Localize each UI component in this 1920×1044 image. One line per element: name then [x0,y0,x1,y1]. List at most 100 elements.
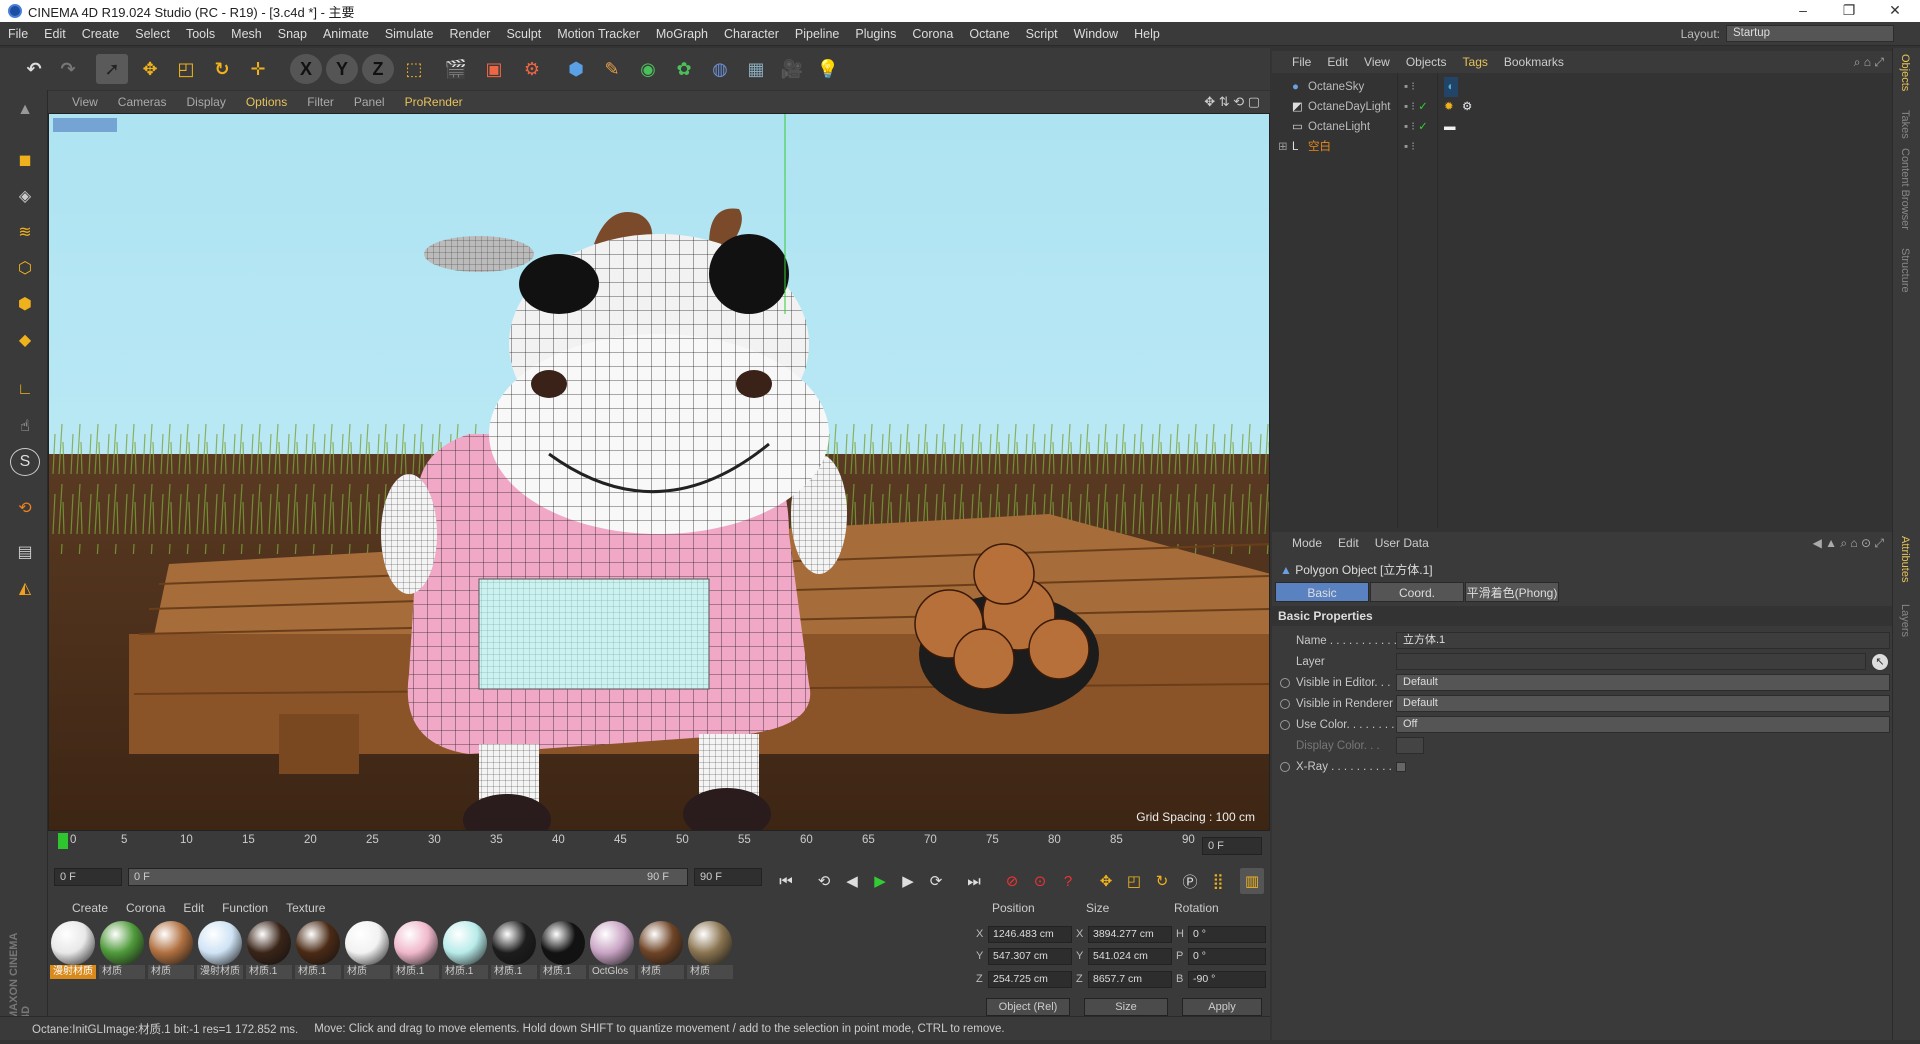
deformer-icon[interactable]: ◍ [704,54,736,84]
layout-dropdown[interactable]: Startup [1726,25,1894,42]
animate-radio-icon[interactable] [1280,762,1290,772]
maximize-icon[interactable]: ❐ [1826,0,1872,22]
rotation-b-field[interactable]: -90 ° [1188,971,1266,988]
tab-phong[interactable]: 平滑着色(Phong) [1465,582,1559,602]
viewport-menu-panel[interactable]: Panel [344,95,395,109]
menu-mesh[interactable]: Mesh [223,27,270,41]
mat-menu-edit[interactable]: Edit [174,901,213,915]
menu-render[interactable]: Render [441,27,498,41]
workplane-mode-icon[interactable]: ≋ [10,218,40,246]
viewport-menu-cameras[interactable]: Cameras [108,95,177,109]
previous-frame-icon[interactable]: ◀ [840,868,864,894]
render-view-icon[interactable]: 🎬 [440,54,472,84]
om-search-icon[interactable]: ⌕ ⌂ ⤢ [1846,55,1892,70]
menu-pipeline[interactable]: Pipeline [787,27,847,41]
visible-in-editor-dropdown[interactable]: Default [1396,674,1890,691]
attr-nav-icons[interactable]: ◀ ▲ ⌕ ⌂ ⊙ ⤢ [1805,536,1892,551]
attr-menu-user-data[interactable]: User Data [1367,536,1437,550]
go-to-start-icon[interactable]: ⏮ [774,868,798,894]
menu-corona[interactable]: Corona [904,27,961,41]
viewport-menu-filter[interactable]: Filter [297,95,344,109]
om-menu-file[interactable]: File [1272,55,1319,69]
menu-create[interactable]: Create [74,27,128,41]
menu-file[interactable]: File [0,27,36,41]
om-menu-objects[interactable]: Objects [1398,55,1455,69]
material-slot[interactable]: 材质 [148,920,194,982]
menu-sculpt[interactable]: Sculpt [498,27,549,41]
material-slot[interactable]: 材质.1 [246,920,292,982]
autokeying-icon[interactable]: ⊙ [1028,868,1052,894]
menu-select[interactable]: Select [127,27,178,41]
animate-radio-icon[interactable] [1280,720,1290,730]
menu-animate[interactable]: Animate [315,27,377,41]
render-picture-viewer-icon[interactable]: ▣ [478,54,510,84]
mat-menu-create[interactable]: Create [48,901,117,915]
material-slot[interactable]: 材质 [687,920,733,982]
texture-mode-icon[interactable]: ◈ [10,182,40,210]
edges-mode-icon[interactable]: ⬢ [10,290,40,318]
mat-menu-corona[interactable]: Corona [117,901,174,915]
menu-snap[interactable]: Snap [270,27,315,41]
menu-octane[interactable]: Octane [961,27,1017,41]
viewport-menu-display[interactable]: Display [176,95,235,109]
undo-icon[interactable]: ↶ [18,54,50,84]
environment-floor-icon[interactable]: ▦ [740,54,772,84]
mat-menu-function[interactable]: Function [213,901,277,915]
display-color-swatch[interactable] [1396,737,1424,754]
x-axis-lock-icon[interactable]: X [290,54,322,84]
material-slot[interactable]: 材质.1 [491,920,537,982]
visibility-dots-icon[interactable]: ▪ ⁝ ✓ [1404,97,1428,117]
cube-primitive-icon[interactable]: ⬢ [560,54,592,84]
menu-simulate[interactable]: Simulate [377,27,442,41]
layer-field[interactable] [1396,653,1866,670]
animate-radio-icon[interactable] [1280,678,1290,688]
position-z-field[interactable]: 254.725 cm [988,971,1072,988]
side-tab-layers[interactable]: Layers [1899,604,1911,637]
viewport-menu-view[interactable]: View [48,95,108,109]
name-field[interactable]: 立方体.1 [1396,632,1890,649]
rotation-h-field[interactable]: 0 ° [1188,926,1266,943]
material-slot[interactable]: 材质.1 [540,920,586,982]
om-menu-view[interactable]: View [1356,55,1398,69]
previous-key-icon[interactable]: ⟲ [812,868,836,894]
gear-tag-icon[interactable]: ⚙ [1462,97,1472,117]
material-slot[interactable]: 漫射材质 [197,920,243,982]
om-menu-edit[interactable]: Edit [1319,55,1356,69]
viewport-nav-icons[interactable]: ✥ ⇅ ⟲ ▢ [1194,94,1270,110]
sun-tag-icon[interactable]: ✹ [1444,97,1454,117]
viewport-menu-prorender[interactable]: ProRender [395,95,473,109]
axis-mode-icon[interactable]: ∟ [10,376,40,404]
start-frame-field[interactable]: 0 F [54,868,122,886]
list-item[interactable]: ● OctaneSky ▪ ⁝ ◐ [1272,77,1892,97]
minimize-icon[interactable]: – [1780,0,1826,22]
side-tab-objects[interactable]: Objects [1899,54,1911,91]
tab-coord[interactable]: Coord. [1370,582,1464,602]
position-y-field[interactable]: 547.307 cm [988,948,1072,965]
material-slot[interactable]: 材质.1 [393,920,439,982]
material-slot[interactable]: 材质 [99,920,145,982]
rotate-tool-icon[interactable]: ↻ [206,54,238,84]
redo-icon[interactable]: ↷ [52,54,84,84]
key-position-icon[interactable]: ✥ [1094,868,1118,894]
menu-tools[interactable]: Tools [178,27,223,41]
menu-edit[interactable]: Edit [36,27,74,41]
viewport-menu-options[interactable]: Options [236,95,297,109]
play-icon[interactable]: ▶ [868,868,892,894]
points-mode-icon[interactable]: ⬡ [10,254,40,282]
size-y-field[interactable]: 541.024 cm [1088,948,1172,965]
side-tab-content-browser[interactable]: Content Browser [1899,148,1911,230]
material-slot[interactable]: OctGlos [589,920,635,982]
key-scale-icon[interactable]: ◰ [1122,868,1146,894]
apply-button[interactable]: Apply [1182,998,1262,1016]
menu-motion-tracker[interactable]: Motion Tracker [549,27,648,41]
mat-menu-texture[interactable]: Texture [277,901,334,915]
attr-menu-mode[interactable]: Mode [1272,536,1330,550]
light-icon[interactable]: 💡 [812,54,844,84]
light-tag-icon[interactable]: ▬ [1444,117,1456,137]
material-slot[interactable]: 材质.1 [442,920,488,982]
camera-icon[interactable]: 🎥 [776,54,808,84]
end-frame-field[interactable]: 90 F [694,868,762,886]
close-icon[interactable]: ✕ [1872,0,1918,22]
timeline-scheme-icon[interactable]: ▥ [1240,868,1264,894]
om-menu-tags[interactable]: Tags [1455,55,1496,69]
